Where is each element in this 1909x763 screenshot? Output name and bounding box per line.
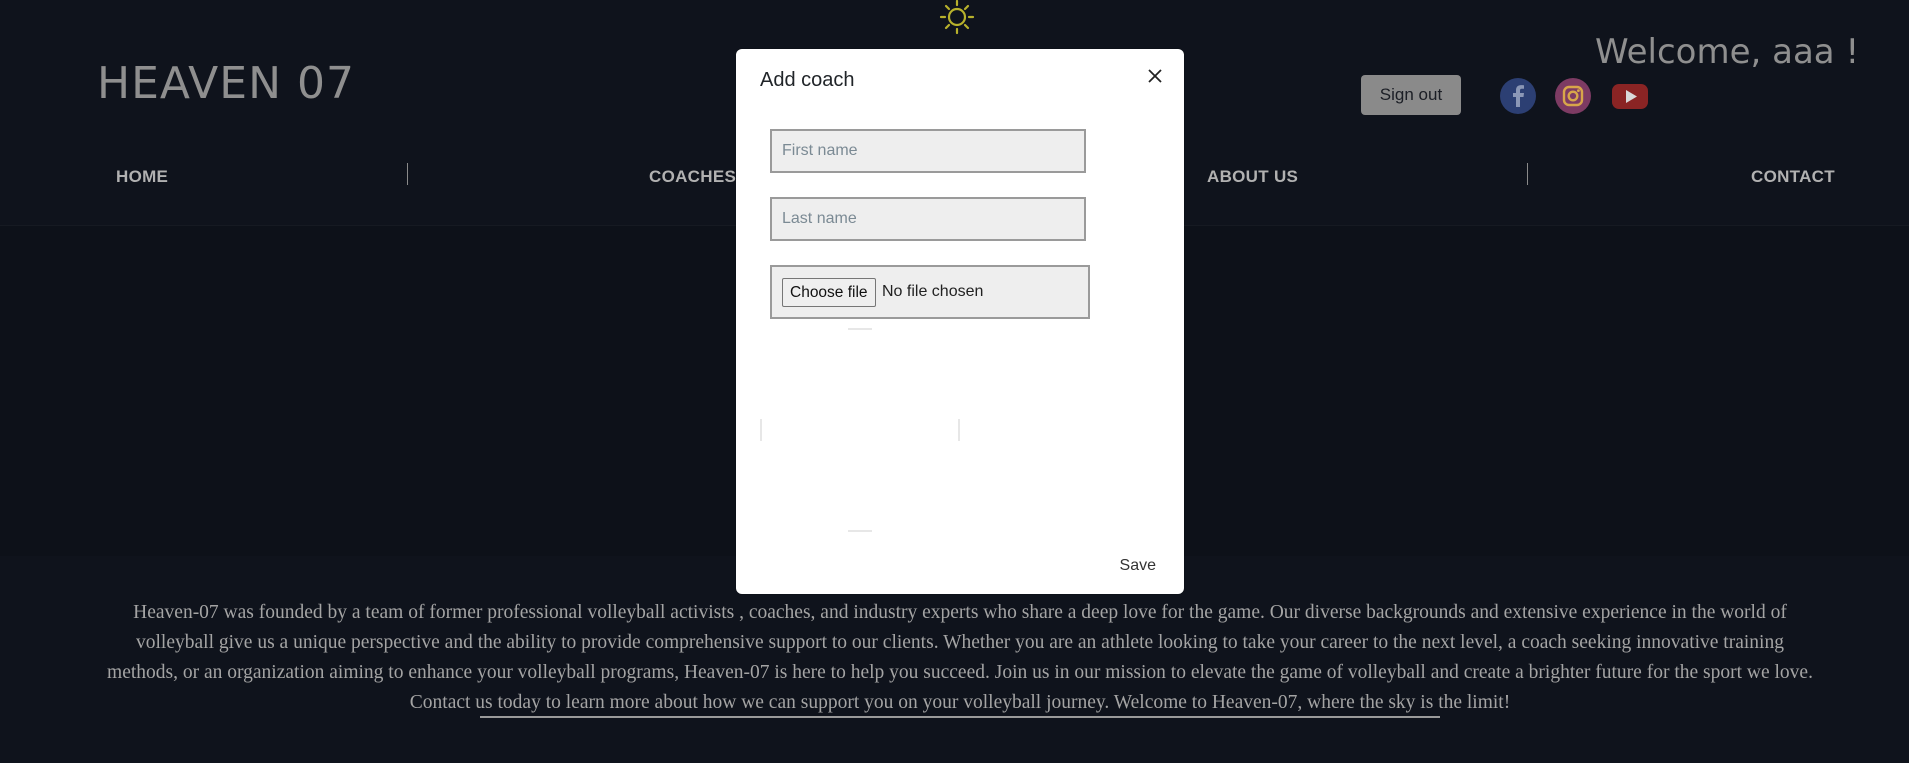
nav-divider bbox=[1527, 163, 1528, 185]
footer-divider bbox=[480, 716, 1440, 718]
about-paragraph: Heaven-07 was founded by a team of forme… bbox=[107, 601, 1813, 713]
facebook-icon[interactable] bbox=[1499, 77, 1537, 115]
welcome-message: Welcome, aaa ! bbox=[1595, 32, 1860, 72]
youtube-icon[interactable] bbox=[1611, 77, 1649, 115]
image-preview-placeholder bbox=[760, 328, 960, 532]
sign-out-button[interactable]: Sign out bbox=[1361, 75, 1461, 115]
first-name-input[interactable] bbox=[770, 129, 1086, 173]
nav-coaches[interactable]: COACHES bbox=[649, 167, 736, 187]
nav-divider bbox=[407, 163, 408, 185]
close-button[interactable] bbox=[1142, 63, 1166, 87]
sun-icon[interactable] bbox=[937, 0, 977, 36]
add-coach-modal: Add coach Choose file No file chosen Sav… bbox=[736, 49, 1184, 594]
nav-about-us[interactable]: ABOUT US bbox=[1207, 167, 1298, 187]
file-upload: Choose file No file chosen bbox=[770, 265, 1090, 319]
save-button[interactable]: Save bbox=[1114, 556, 1162, 576]
nav-contact[interactable]: CONTACT bbox=[1751, 167, 1835, 187]
nav-home[interactable]: HOME bbox=[116, 167, 168, 187]
site-logo[interactable]: HEAVEN 07 bbox=[97, 58, 355, 109]
file-status: No file chosen bbox=[882, 283, 984, 300]
modal-title: Add coach bbox=[760, 69, 855, 91]
close-icon bbox=[1148, 69, 1162, 83]
last-name-input[interactable] bbox=[770, 197, 1086, 241]
instagram-icon[interactable] bbox=[1554, 77, 1592, 115]
choose-file-button[interactable]: Choose file bbox=[782, 278, 876, 307]
